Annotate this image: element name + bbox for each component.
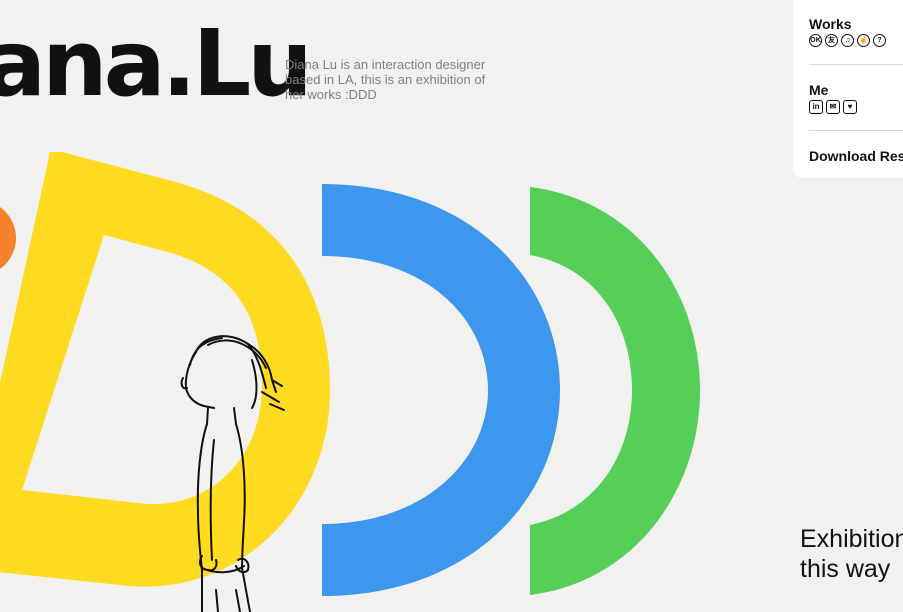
- download-resume-link[interactable]: Download Resume: [809, 148, 903, 164]
- yellow-d-shape: [0, 152, 330, 587]
- touch-icon[interactable]: ☝: [857, 34, 870, 47]
- friend-icon[interactable]: 友: [825, 34, 838, 47]
- download-section: Download Resume: [809, 148, 903, 164]
- me-icon-row: in ✉ ♥: [809, 100, 903, 114]
- works-icon-row: OK 友 ♫ ☝ ?: [809, 34, 903, 47]
- exhibition-line-1: Exhibition: [800, 525, 903, 553]
- nav-menu-card: Works OK 友 ♫ ☝ ? Me in ✉ ♥ Download Resu…: [793, 0, 903, 178]
- works-section: Works OK 友 ♫ ☝ ?: [809, 16, 903, 47]
- exhibition-link[interactable]: Exhibition this way: [800, 524, 903, 584]
- help-icon[interactable]: ?: [873, 34, 886, 47]
- twitter-icon[interactable]: ♥: [843, 100, 857, 114]
- blue-d-shape: [322, 184, 560, 596]
- orange-circle: [0, 207, 16, 269]
- works-link[interactable]: Works: [809, 16, 903, 32]
- linkedin-icon[interactable]: in: [809, 100, 823, 114]
- music-icon[interactable]: ♫: [841, 34, 854, 47]
- ok-icon[interactable]: OK: [809, 34, 822, 47]
- me-link[interactable]: Me: [809, 82, 903, 98]
- menu-divider: [809, 130, 903, 131]
- me-section: Me in ✉ ♥: [809, 82, 903, 114]
- hero-illustration: [0, 152, 700, 612]
- exhibition-line-2: this way: [800, 555, 891, 583]
- mail-icon[interactable]: ✉: [826, 100, 840, 114]
- menu-divider: [809, 64, 903, 65]
